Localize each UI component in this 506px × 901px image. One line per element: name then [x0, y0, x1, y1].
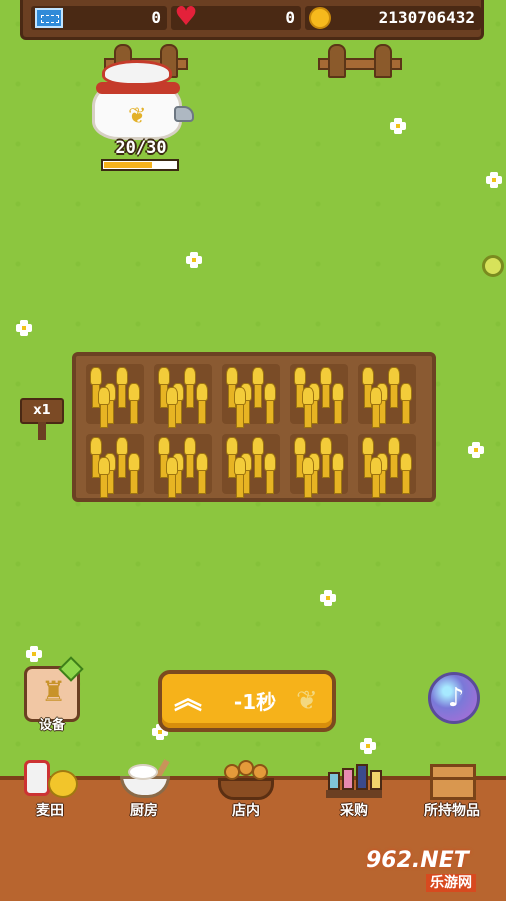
nav-label: 采购 [340, 803, 368, 819]
inventory-icon [424, 758, 480, 802]
wheat-icon: ❦ [296, 686, 318, 716]
flower-decoration [320, 590, 336, 606]
nav-wheat-field[interactable]: 麦田 [2, 758, 98, 826]
flour-sack[interactable]: ❦ [92, 60, 184, 142]
wheat-plot[interactable] [358, 434, 416, 498]
flour-sack-top [102, 60, 172, 86]
scoop-icon [174, 106, 194, 122]
flour-progress-fill [104, 162, 152, 168]
wheat-stalk-icon [166, 457, 178, 498]
flour-progress-bar [101, 159, 179, 171]
wheat-stalk-icon [264, 383, 276, 424]
wheat-stalk-icon [302, 387, 314, 428]
wheat-field[interactable] [72, 352, 436, 502]
flour-count-label: 20/30 [115, 138, 167, 158]
wheat-stalk-icon [128, 383, 140, 424]
sign-post [38, 422, 46, 440]
wheat-stalk-icon [128, 453, 140, 494]
status-bar: 0 0 2130706432 ♥ [20, 0, 484, 40]
multiplier-label: x1 [20, 398, 64, 424]
store-icon [218, 758, 274, 802]
trophy-icon: ♜ [41, 675, 67, 708]
wheat-plot[interactable] [222, 434, 280, 498]
wheat-stalk-icon [166, 387, 178, 428]
heart-icon: ♥ [174, 2, 198, 32]
wheat-plot[interactable] [290, 434, 348, 498]
watermark-subtitle: 乐游网 [426, 874, 476, 892]
wheat-stalk-icon [264, 453, 276, 494]
wheat-stalk-icon [332, 383, 344, 424]
speed-up-button[interactable]: ︽ -1秒 ❦ [158, 670, 336, 732]
kitchen-icon [116, 758, 172, 802]
wheat-stalk-icon [184, 437, 196, 478]
wheat-stalk-icon [196, 383, 208, 424]
wheat-stalk-icon [400, 383, 412, 424]
field-row [86, 434, 426, 498]
music-note-icon: ♪ [447, 683, 465, 713]
wheat-stalk-icon [196, 453, 208, 494]
equipment-label: 设备 [38, 718, 65, 733]
field-row [86, 364, 426, 428]
coin-icon [309, 7, 331, 29]
wheat-stalk-icon [370, 457, 382, 498]
flower-decoration [390, 118, 406, 134]
wheat-plot[interactable] [154, 434, 212, 498]
wheat-plot[interactable] [222, 364, 280, 428]
nav-label: 麦田 [36, 803, 64, 819]
wheat-field-icon [22, 758, 78, 802]
ticket-icon [35, 8, 63, 28]
wheat-stalk-icon [116, 437, 128, 478]
wheat-stalk-icon [98, 387, 110, 428]
wheat-stalk-icon [234, 387, 246, 428]
flower-decoration [468, 442, 484, 458]
double-chevron-up-icon: ︽ [174, 682, 203, 715]
wheat-stalk-icon [370, 387, 382, 428]
fence-right [318, 44, 402, 84]
wheat-stalk-icon [320, 367, 332, 408]
equipment-button[interactable]: ♜ 设备 [24, 656, 84, 736]
nav-label: 所持物品 [424, 803, 480, 819]
nav-kitchen[interactable]: 厨房 [96, 758, 192, 826]
wheat-stalk-icon [388, 367, 400, 408]
wheat-plot[interactable] [86, 434, 144, 498]
flower-decoration [486, 172, 502, 188]
wheat-stalk-icon [184, 367, 196, 408]
flower-decoration [26, 646, 42, 662]
wheat-emblem-icon: ❦ [128, 104, 147, 129]
wheat-stalk-icon [302, 457, 314, 498]
wheat-stalk-icon [98, 457, 110, 498]
wheat-stalk-icon [252, 367, 264, 408]
wheat-plot[interactable] [86, 364, 144, 428]
wheat-plot[interactable] [358, 364, 416, 428]
flower-decoration [360, 738, 376, 754]
flower-decoration [186, 252, 202, 268]
flower-decoration [16, 320, 32, 336]
nav-inventory[interactable]: 所持物品 [404, 758, 500, 826]
nav-label: 厨房 [130, 803, 158, 819]
wheat-stalk-icon [252, 437, 264, 478]
wheat-stalk-icon [116, 367, 128, 408]
site-watermark: 962.NET 乐游网 [366, 848, 502, 896]
wheat-stalk-icon [400, 453, 412, 494]
nav-purchase[interactable]: 采购 [306, 758, 402, 826]
nav-store[interactable]: 店内 [198, 758, 294, 826]
timer-icon[interactable] [482, 255, 504, 277]
purchase-icon [326, 758, 382, 802]
wheat-plot[interactable] [290, 364, 348, 428]
coin-counter: 2130706432 [305, 6, 481, 30]
wheat-stalk-icon [332, 453, 344, 494]
speed-up-label: -1秒 [233, 690, 277, 714]
multiplier-sign[interactable]: x1 [20, 398, 64, 440]
wheat-stalk-icon [388, 437, 400, 478]
nav-label: 店内 [232, 803, 260, 819]
wheat-plot[interactable] [154, 364, 212, 428]
wheat-stalk-icon [234, 457, 246, 498]
music-button[interactable]: ♪ [428, 672, 480, 724]
wheat-stalk-icon [320, 437, 332, 478]
watermark-logo: 962.NET [366, 848, 469, 873]
